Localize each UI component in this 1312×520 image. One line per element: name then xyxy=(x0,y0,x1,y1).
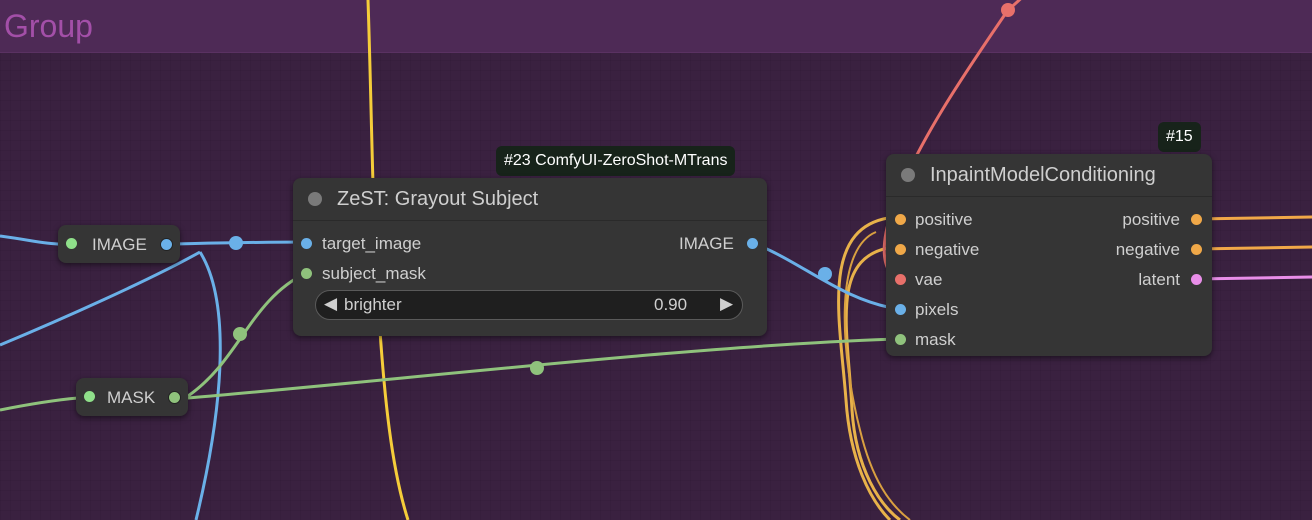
positive-in-port[interactable] xyxy=(895,214,906,225)
brighter-value: 0.90 xyxy=(654,295,688,314)
wire-image-branch-down xyxy=(194,251,222,520)
inpaint-node-header[interactable]: InpaintModelConditioning xyxy=(886,154,1212,197)
wire-mask-zest-midpoint xyxy=(233,327,247,341)
pixels-in-port[interactable] xyxy=(895,304,906,315)
positive-out-port[interactable] xyxy=(1191,214,1202,225)
negative-out-label: negative xyxy=(1115,240,1180,259)
mask-port-icon[interactable] xyxy=(168,391,181,404)
inpaint-node-tag: #15 xyxy=(1158,122,1201,152)
negative-in-port[interactable] xyxy=(895,244,906,255)
latent-out-port[interactable] xyxy=(1191,274,1202,285)
reroute-image[interactable]: IMAGE xyxy=(58,225,180,263)
reroute-mask[interactable]: MASK xyxy=(76,378,188,416)
negative-in-label: negative xyxy=(915,240,980,259)
zest-node-title: ZeST: Grayout Subject xyxy=(337,188,539,210)
inpaint-node-title: InpaintModelConditioning xyxy=(930,164,1156,186)
wire-out-latent xyxy=(1195,275,1312,281)
group-header[interactable]: Group xyxy=(0,0,1312,53)
subject-mask-port[interactable] xyxy=(301,268,312,279)
brighter-slider[interactable]: ◀ brighter 0.90 ▶ xyxy=(315,290,743,320)
wire-image-to-zest xyxy=(171,240,307,246)
collapse-dot-icon[interactable] xyxy=(901,168,915,182)
latent-out-label: latent xyxy=(1138,270,1180,289)
group-title: Group xyxy=(4,8,93,44)
wire-orange-loop-1 xyxy=(837,216,892,520)
brighter-label: brighter xyxy=(344,295,402,314)
wire-image-midpoint xyxy=(229,236,243,250)
wire-mask-inpaint-midpoint xyxy=(530,361,544,375)
wire-out-positive xyxy=(1195,215,1312,221)
wire-out-negative xyxy=(1195,245,1312,251)
graph-canvas[interactable]: Group IMAGE MASK #23 ComfyUI-ZeroShot-MT… xyxy=(0,0,1312,520)
wire-mask-in xyxy=(0,396,79,412)
vae-in-label: vae xyxy=(915,270,943,289)
reroute-mask-label: MASK xyxy=(107,388,156,407)
wire-mask-to-inpaint xyxy=(187,337,899,400)
zest-node-header[interactable]: ZeST: Grayout Subject xyxy=(293,178,767,221)
decrement-arrow-icon[interactable]: ◀ xyxy=(324,294,337,314)
inpaint-model-conditioning-node[interactable]: InpaintModelConditioning positive negati… xyxy=(886,154,1212,356)
positive-in-label: positive xyxy=(915,210,973,229)
zest-grayout-node[interactable]: ZeST: Grayout Subject target_image subje… xyxy=(293,178,767,336)
target-image-port[interactable] xyxy=(301,238,312,249)
wire-image-to-pixels xyxy=(751,241,899,311)
zest-node-tag: #23 ComfyUI-ZeroShot-MTrans xyxy=(496,146,736,176)
negative-out-port[interactable] xyxy=(1191,244,1202,255)
image-port-icon[interactable] xyxy=(160,238,173,251)
increment-arrow-icon[interactable]: ▶ xyxy=(720,294,733,314)
mask-in-label: mask xyxy=(915,330,956,349)
reroute-image-label: IMAGE xyxy=(92,235,147,254)
mask-in-port[interactable] xyxy=(895,334,906,345)
reroute-image-in-port[interactable] xyxy=(66,238,77,249)
subject-mask-label: subject_mask xyxy=(322,264,426,283)
wire-image-in xyxy=(0,234,61,246)
vae-in-port[interactable] xyxy=(895,274,906,285)
zest-output-port[interactable] xyxy=(747,238,758,249)
wire-mask-to-zest xyxy=(187,271,307,398)
wire-image-branch-left xyxy=(0,250,201,347)
target-image-label: target_image xyxy=(322,234,422,253)
zest-output-label: IMAGE xyxy=(679,234,734,253)
positive-out-label: positive xyxy=(1122,210,1180,229)
wire-pixels-midpoint xyxy=(818,267,832,281)
reroute-mask-in-port[interactable] xyxy=(84,391,95,402)
collapse-dot-icon[interactable] xyxy=(308,192,322,206)
pixels-in-label: pixels xyxy=(915,300,959,319)
